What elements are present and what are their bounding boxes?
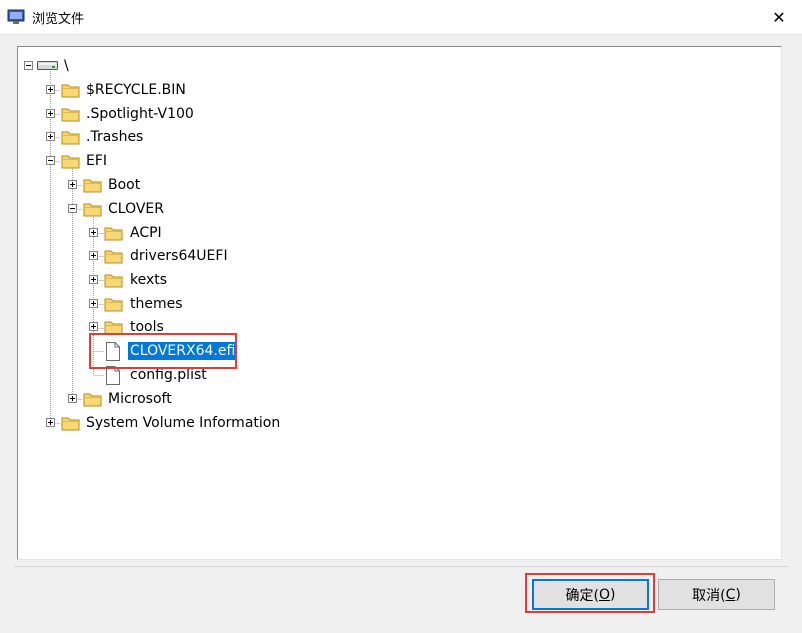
- tree-item-label: Microsoft: [108, 391, 172, 407]
- tree-item-label: ACPI: [130, 225, 162, 241]
- close-button[interactable]: ✕: [756, 0, 802, 34]
- expand-icon[interactable]: [46, 418, 55, 427]
- close-icon: ✕: [772, 7, 786, 27]
- tree-item-label: EFI: [86, 153, 108, 169]
- tree-item-label: Boot: [108, 177, 141, 193]
- expand-icon[interactable]: [89, 251, 98, 260]
- tree-item-label: CLOVER: [108, 201, 164, 217]
- drive-icon: [37, 61, 58, 70]
- monitor-app-icon: [7, 9, 25, 24]
- tree-item-label: $RECYCLE.BIN: [86, 82, 186, 98]
- folder-icon: [83, 179, 102, 193]
- tree-item-themes[interactable]: themes: [18, 294, 318, 314]
- expand-icon[interactable]: [68, 394, 77, 403]
- folder-icon: [61, 131, 80, 145]
- expand-icon[interactable]: [89, 275, 98, 284]
- ok-button-suffix: ): [610, 586, 616, 603]
- tree-root-label: \: [64, 58, 69, 74]
- file-icon: [106, 366, 120, 385]
- expand-icon[interactable]: [89, 322, 98, 331]
- footer-separator: [14, 566, 788, 567]
- cancel-button-label: 取消(: [692, 587, 726, 604]
- expand-icon[interactable]: [68, 180, 77, 189]
- ok-button-mnemonic: O: [598, 586, 611, 603]
- tree-item-acpi[interactable]: ACPI: [18, 223, 318, 243]
- expand-icon[interactable]: [46, 132, 55, 141]
- tree-item-microsoft[interactable]: Microsoft: [18, 389, 318, 409]
- tree-root[interactable]: \: [18, 56, 218, 76]
- file-icon: [106, 342, 120, 361]
- folder-icon: [104, 227, 123, 241]
- tree-item-label: tools: [130, 319, 164, 335]
- tree-item-label: .Trashes: [86, 129, 144, 145]
- folder-icon: [104, 250, 123, 264]
- folder-icon: [83, 393, 102, 407]
- title-bar: 浏览文件 ✕: [0, 0, 802, 35]
- tree-item-spotlight[interactable]: .Spotlight-V100: [18, 104, 318, 124]
- tree-item-label: drivers64UEFI: [130, 248, 228, 264]
- tree-item-clover[interactable]: CLOVER: [18, 199, 318, 219]
- folder-icon: [104, 321, 123, 335]
- ok-button[interactable]: 确定(O): [532, 579, 649, 610]
- tree-item-label: System Volume Information: [86, 415, 281, 431]
- folder-icon: [104, 274, 123, 288]
- folder-icon: [61, 108, 80, 122]
- folder-icon: [61, 417, 80, 431]
- window-title: 浏览文件: [32, 12, 85, 27]
- expand-icon[interactable]: [46, 85, 55, 94]
- expand-icon[interactable]: [46, 109, 55, 118]
- tree-item-kexts[interactable]: kexts: [18, 270, 318, 290]
- collapse-icon[interactable]: [68, 204, 77, 213]
- tree-item-trashes[interactable]: .Trashes: [18, 127, 318, 147]
- tree-item-tools[interactable]: tools: [18, 317, 318, 337]
- collapse-icon[interactable]: [24, 61, 33, 70]
- folder-icon: [61, 84, 80, 98]
- tree-item-label: config.plist: [130, 367, 207, 383]
- expand-icon[interactable]: [89, 299, 98, 308]
- tree-item-system-volume-information[interactable]: System Volume Information: [18, 413, 338, 433]
- folder-tree[interactable]: \ $RECYCLE.BIN .Spotlight-V100 .Trashes …: [17, 46, 782, 560]
- collapse-icon[interactable]: [46, 156, 55, 165]
- tree-item-label: kexts: [130, 272, 168, 288]
- tree-item-recycle-bin[interactable]: $RECYCLE.BIN: [18, 80, 318, 100]
- folder-icon: [83, 203, 102, 217]
- tree-item-boot[interactable]: Boot: [18, 175, 318, 195]
- cancel-button[interactable]: 取消(C): [658, 579, 775, 610]
- folder-icon: [61, 155, 80, 169]
- tree-item-drivers64uefi[interactable]: drivers64UEFI: [18, 246, 318, 266]
- ok-button-label: 确定(: [565, 587, 599, 604]
- tree-item-efi[interactable]: EFI: [18, 151, 318, 171]
- cancel-button-mnemonic: C: [725, 586, 736, 603]
- tree-item-label-selected: CLOVERX64.efi: [126, 341, 239, 361]
- folder-icon: [104, 298, 123, 312]
- tree-item-config-plist[interactable]: config.plist: [18, 365, 318, 385]
- expand-icon[interactable]: [89, 228, 98, 237]
- cancel-button-suffix: ): [735, 586, 741, 603]
- tree-item-cloverx64-efi[interactable]: CLOVERX64.efi: [18, 341, 318, 361]
- tree-item-label: themes: [130, 296, 183, 312]
- tree-item-label: .Spotlight-V100: [86, 106, 194, 122]
